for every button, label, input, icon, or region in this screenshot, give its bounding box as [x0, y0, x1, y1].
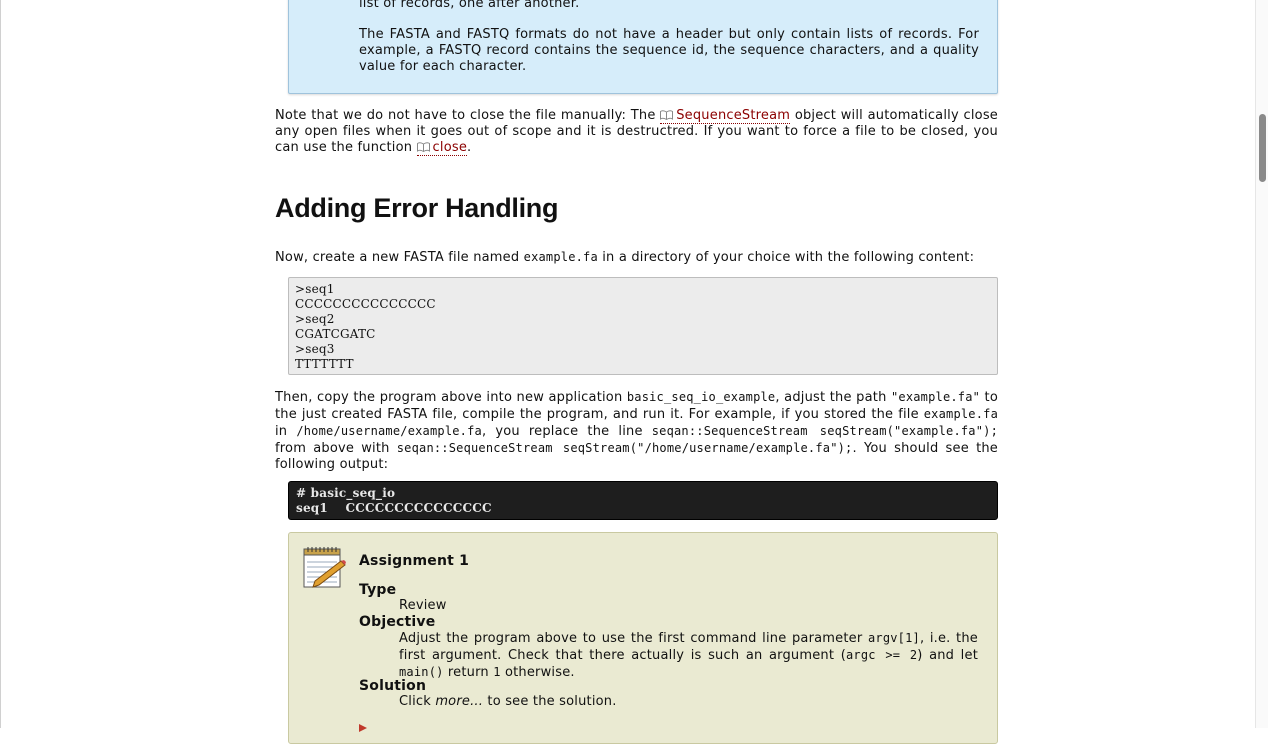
assignment-box: Assignment 1 Type Review Objective Adjus… — [288, 532, 998, 744]
type-label: Type — [359, 582, 397, 598]
objective-text-1: Adjust the program above to use the firs… — [399, 631, 868, 646]
copy-text-2: , adjust the path — [775, 390, 891, 405]
filename-code: example.fa — [923, 407, 998, 421]
code-line: >seq3 — [295, 342, 335, 356]
shell-line: # basic_seq_io — [296, 486, 396, 500]
book-icon — [416, 142, 430, 152]
full-path-code: /home/username/example.fa — [296, 424, 482, 438]
notepad-pencil-icon — [303, 547, 346, 588]
code-line: TTTTTTT — [295, 357, 354, 371]
more-toggle[interactable]: more... — [435, 694, 483, 709]
path-code: "example.fa" — [890, 390, 981, 404]
section-heading: Adding Error Handling — [275, 193, 559, 223]
scrollbar-track[interactable] — [1255, 0, 1268, 728]
shell-output-block: # basic_seq_io seq1 CCCCCCCCCCCCCCC — [288, 481, 998, 520]
create-file-text-1: Now, create a new FASTA file named — [275, 250, 524, 265]
return-code: 1 — [493, 665, 501, 679]
close-link[interactable]: close — [416, 140, 468, 156]
close-note-text-1: Note that we do not have to close the fi… — [275, 108, 661, 123]
note-box: list of records, one after another. The … — [288, 0, 998, 94]
fasta-code-block: >seq1 CCCCCCCCCCCCCCC >seq2 CGATCGATC >s… — [288, 277, 998, 375]
type-value: Review — [399, 598, 447, 613]
create-file-text-2: in a directory of your choice with the f… — [597, 250, 975, 265]
solution-text-2: to see the solution. — [483, 694, 617, 709]
close-note-paragraph: Note that we do not have to close the fi… — [275, 108, 998, 156]
objective-label: Objective — [359, 614, 436, 630]
assignment-title: Assignment 1 — [359, 553, 470, 569]
copy-text-5: , you replace the line — [481, 424, 652, 439]
original-line-code: seqan::SequenceStream seqStream("example… — [651, 424, 998, 438]
solution-text: Click more... to see the solution. — [399, 694, 978, 710]
scrollbar-thumb[interactable] — [1259, 114, 1266, 182]
note-paragraph: The FASTA and FASTQ formats do not have … — [359, 27, 979, 74]
code-line: >seq1 — [295, 282, 335, 296]
argv-code: argv[1] — [867, 631, 920, 645]
objective-text: Adjust the program above to use the firs… — [399, 630, 978, 681]
expand-triangle-icon[interactable] — [359, 724, 367, 732]
main-code: main() — [399, 665, 444, 679]
objective-text-3: ) and let — [917, 648, 978, 663]
objective-text-4: return — [443, 665, 494, 680]
code-line: CGATCGATC — [295, 327, 376, 341]
copy-text-4: in — [275, 424, 297, 439]
solution-text-1: Click — [399, 694, 436, 709]
replacement-line-code: seqan::SequenceStream seqStream("/home/u… — [396, 441, 853, 455]
code-line: >seq2 — [295, 312, 335, 326]
code-line: CCCCCCCCCCCCCCC — [295, 297, 436, 311]
app-name-code: basic_seq_io_example — [626, 390, 776, 404]
solution-label: Solution — [359, 678, 427, 694]
copy-text-6: from above with — [275, 441, 397, 456]
argc-code: argc >= 2 — [845, 648, 918, 662]
create-file-paragraph: Now, create a new FASTA file named examp… — [275, 249, 998, 266]
sequencestream-link-label: SequenceStream — [676, 108, 791, 123]
window-edge — [0, 0, 1, 728]
shell-line: seq1 CCCCCCCCCCCCCCC — [296, 501, 492, 515]
close-note-text-3: . — [467, 140, 472, 155]
copy-program-paragraph: Then, copy the program above into new ap… — [275, 389, 998, 473]
book-icon — [660, 110, 674, 120]
note-line-top: list of records, one after another. — [359, 0, 580, 11]
copy-text-1: Then, copy the program above into new ap… — [275, 390, 627, 405]
objective-text-5: otherwise. — [500, 665, 575, 680]
filename-code: example.fa — [523, 250, 598, 264]
close-link-label: close — [432, 140, 468, 155]
sequencestream-link[interactable]: SequenceStream — [660, 108, 791, 124]
